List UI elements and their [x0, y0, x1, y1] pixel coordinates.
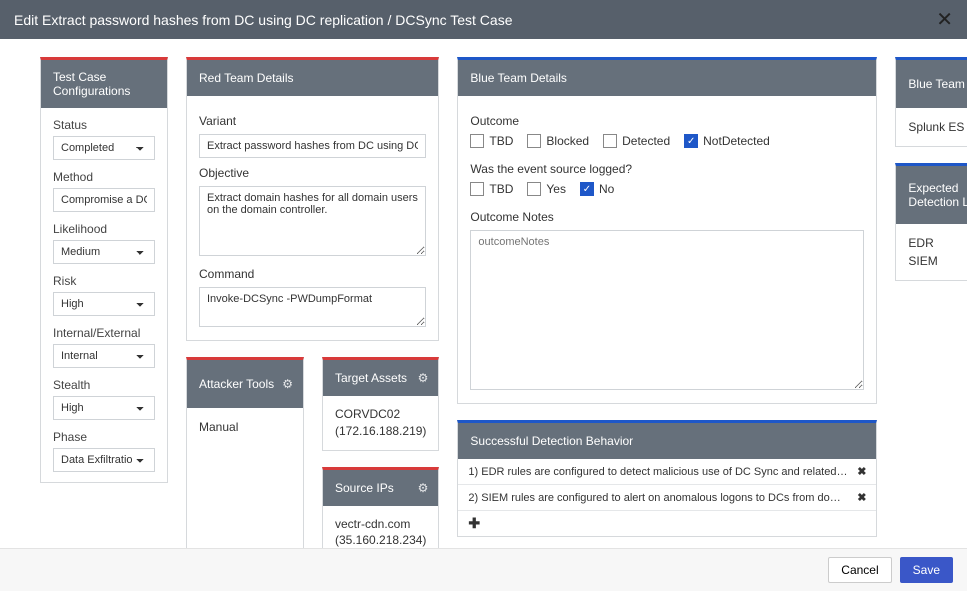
source-ips-title-text: Source IPs [335, 481, 394, 495]
outcome-blocked-checkbox[interactable]: Blocked [527, 134, 589, 148]
attacker-tool-item: Manual [199, 418, 291, 436]
add-detection-button[interactable]: ✚ [458, 510, 876, 536]
variant-label: Variant [199, 114, 426, 128]
attacker-tools-title: Attacker Tools ⚙ [187, 360, 303, 408]
blue-team-tools-card: Blue Team Tools ⚙ Splunk ES [895, 57, 967, 147]
red-team-card: Red Team Details Variant Objective Extra… [186, 57, 439, 341]
close-icon[interactable]: ✕ [936, 7, 953, 32]
outcome-detected-checkbox[interactable]: Detected [603, 134, 670, 148]
outcome-notes-label: Outcome Notes [470, 210, 864, 224]
target-assets-card: Target Assets ⚙ CORVDC02 (172.16.188.219… [322, 357, 439, 451]
gear-icon[interactable]: ⚙ [282, 377, 293, 391]
outcome-label: Outcome [470, 114, 864, 128]
intext-label: Internal/External [53, 326, 155, 340]
source-ip-addr: (35.160.218.234) [335, 532, 426, 549]
stealth-label: Stealth [53, 378, 155, 392]
risk-select[interactable]: High [53, 292, 155, 316]
target-assets-title: Target Assets ⚙ [323, 360, 438, 396]
logged-tbd-checkbox[interactable]: TBD [470, 182, 513, 196]
red-team-title: Red Team Details [187, 60, 438, 96]
attacker-tools-card: Attacker Tools ⚙ Manual [186, 357, 304, 560]
detection-row: 2) SIEM rules are configured to alert on… [458, 484, 876, 510]
command-label: Command [199, 267, 426, 281]
detection-text: 2) SIEM rules are configured to alert on… [468, 492, 849, 504]
blue-team-title: Blue Team Details [458, 60, 876, 96]
logged-no-checkbox[interactable]: ✓No [580, 182, 614, 196]
method-label: Method [53, 170, 155, 184]
objective-label: Objective [199, 166, 426, 180]
dialog-title: Edit Extract password hashes from DC usi… [14, 12, 513, 28]
stealth-select[interactable]: High [53, 396, 155, 420]
source-ip-host: vectr-cdn.com [335, 516, 426, 533]
expected-layers-title: Expected Detection Layers ⚙ [896, 166, 967, 224]
outcome-tbd-checkbox[interactable]: TBD [470, 134, 513, 148]
detection-behavior-title: Successful Detection Behavior [458, 423, 876, 459]
logged-yes-label: Yes [546, 182, 566, 196]
status-label: Status [53, 118, 155, 132]
blue-team-tools-title: Blue Team Tools ⚙ [896, 60, 967, 108]
detection-behavior-card: Successful Detection Behavior 1) EDR rul… [457, 420, 877, 537]
attacker-tools-title-text: Attacker Tools [199, 377, 274, 391]
dialog-body: Test Case Configurations Status Completed… [0, 39, 967, 596]
cancel-button[interactable]: Cancel [828, 557, 891, 583]
command-textarea[interactable]: Invoke-DCSync -PWDumpFormat [199, 287, 426, 327]
logged-yes-checkbox[interactable]: Yes [527, 182, 566, 196]
blue-team-card: Blue Team Details Outcome TBD Blocked De… [457, 57, 877, 404]
dialog-header: Edit Extract password hashes from DC usi… [0, 0, 967, 39]
risk-label: Risk [53, 274, 155, 288]
delete-icon[interactable]: ✖ [857, 491, 866, 504]
phase-select[interactable]: Data Exfiltration [53, 448, 155, 472]
gear-icon[interactable]: ⚙ [418, 481, 429, 495]
likelihood-label: Likelihood [53, 222, 155, 236]
expected-layer-item: EDR [908, 234, 967, 252]
source-ips-title: Source IPs ⚙ [323, 470, 438, 506]
outcome-tbd-label: TBD [489, 134, 513, 148]
blue-tool-item: Splunk ES [908, 118, 967, 136]
variant-input[interactable] [199, 134, 426, 158]
outcome-notes-textarea[interactable] [470, 230, 864, 390]
objective-textarea[interactable]: Extract domain hashes for all domain use… [199, 186, 426, 256]
expected-layer-item: SIEM [908, 252, 967, 270]
delete-icon[interactable]: ✖ [857, 465, 866, 478]
logged-tbd-label: TBD [489, 182, 513, 196]
save-button[interactable]: Save [900, 557, 953, 583]
detection-text: 1) EDR rules are configured to detect ma… [468, 466, 849, 478]
method-input[interactable] [53, 188, 155, 212]
gear-icon[interactable]: ⚙ [418, 371, 429, 385]
expected-layers-card: Expected Detection Layers ⚙ EDR SIEM [895, 163, 967, 281]
dialog-footer: Cancel Save [0, 548, 967, 591]
logged-no-label: No [599, 182, 614, 196]
test-case-config-title: Test Case Configurations [41, 60, 167, 108]
outcome-notdetected-checkbox[interactable]: ✓NotDetected [684, 134, 770, 148]
target-assets-title-text: Target Assets [335, 371, 407, 385]
expected-layers-title-text: Expected Detection Layers [908, 181, 967, 209]
blue-team-tools-title-text: Blue Team Tools [908, 77, 967, 91]
detection-row: 1) EDR rules are configured to detect ma… [458, 459, 876, 484]
outcome-blocked-label: Blocked [546, 134, 589, 148]
test-case-config-card: Test Case Configurations Status Completed… [40, 57, 168, 483]
status-select[interactable]: Completed [53, 136, 155, 160]
target-asset-host: CORVDC02 [335, 406, 426, 423]
outcome-notdetected-label: NotDetected [703, 134, 770, 148]
logged-label: Was the event source logged? [470, 162, 864, 176]
intext-select[interactable]: Internal [53, 344, 155, 368]
phase-label: Phase [53, 430, 155, 444]
source-ips-card: Source IPs ⚙ vectr-cdn.com (35.160.218.2… [322, 467, 439, 561]
likelihood-select[interactable]: Medium [53, 240, 155, 264]
outcome-detected-label: Detected [622, 134, 670, 148]
target-asset-ip: (172.16.188.219) [335, 423, 426, 440]
